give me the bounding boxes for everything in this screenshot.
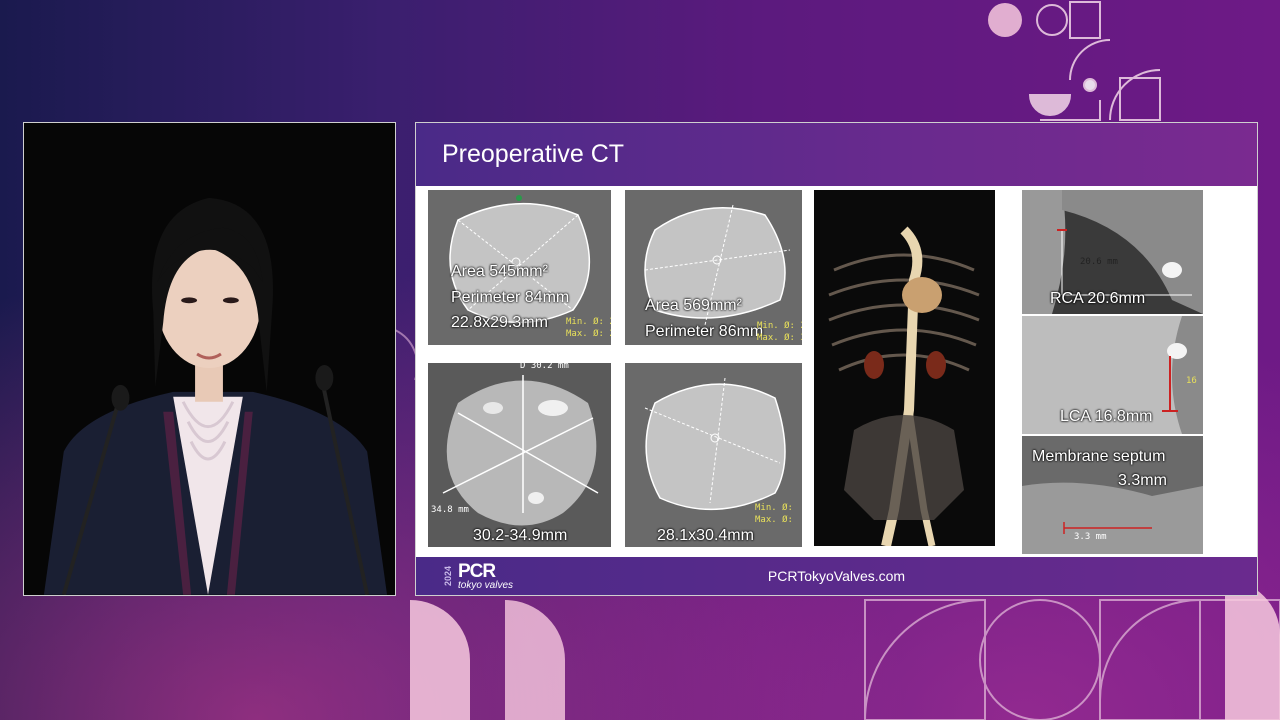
slide-title: Preoperative CT	[442, 140, 625, 168]
ct-lvot-image: Area 569mm² Perimeter 86mm Min. Ø: 24 Ma…	[625, 190, 802, 345]
speaker-image	[24, 123, 395, 595]
annulus-min-readout: Min. Ø: 22.6	[566, 317, 611, 327]
septum-measure-readout: 3.3 mm	[1074, 532, 1107, 542]
slide-header: Preoperative CT	[416, 123, 1257, 186]
sinus-tick-label: 34.8 mm	[431, 505, 469, 515]
sinus-diameter-label: 30.2-34.9mm	[473, 527, 568, 544]
footer-url: PCRTokyoValves.com	[767, 568, 906, 584]
annulus-diameter-label: 22.8x29.3mm	[451, 314, 548, 331]
lca-measure-readout: 16	[1186, 376, 1197, 386]
lca-height-label: LCA 16.8mm	[1060, 408, 1153, 425]
lvot-max-readout: Max. Ø: 31	[757, 333, 802, 343]
speaker-video	[23, 122, 396, 596]
rca-measure-readout: 20.6 mm	[1080, 257, 1118, 267]
sinus-top-tick-label: D 30.2 mm	[520, 363, 569, 371]
ct-annulus-image: Area 545mm² Perimeter 84mm 22.8x29.3mm M…	[428, 190, 611, 345]
septum-title-label: Membrane septum	[1032, 448, 1166, 465]
annulus-perimeter-label: Perimeter 84mm	[451, 289, 570, 306]
septum-value-label: 3.3mm	[1118, 472, 1167, 489]
stj-min-readout: Min. Ø:	[755, 503, 793, 513]
ct-3d-aorta-image	[814, 190, 995, 546]
stj-max-readout: Max. Ø:	[755, 515, 793, 525]
ct-lca-image: 16 LCA 16.8mm	[1022, 316, 1203, 434]
rca-height-label: RCA 20.6mm	[1050, 290, 1146, 307]
ct-rca-image: 20.6 mm RCA 20.6mm	[1022, 190, 1203, 314]
ct-membrane-septum-image: Membrane septum 3.3mm 3.3 mm	[1022, 436, 1203, 554]
ct-stj-image: Min. Ø: Max. Ø: 28.1x30.4mm	[625, 363, 802, 547]
presentation-slide: Preoperative CT Area 545mm² Perimeter 84…	[415, 122, 1258, 596]
lvot-area-label: Area 569mm²	[645, 297, 742, 314]
ct-sinus-image: 34.8 mm D 30.2 mm 30.2-34.9mm	[428, 363, 611, 547]
stj-diameter-label: 28.1x30.4mm	[657, 527, 754, 544]
slide-footer: 2024 PCR tokyo valves PCRTokyoValves.com	[416, 557, 1257, 595]
annulus-max-readout: Max. Ø: 29.5	[566, 329, 611, 339]
lvot-perimeter-label: Perimeter 86mm	[645, 323, 764, 340]
annulus-area-label: Area 545mm²	[451, 263, 548, 280]
lvot-min-readout: Min. Ø: 24	[757, 321, 802, 331]
